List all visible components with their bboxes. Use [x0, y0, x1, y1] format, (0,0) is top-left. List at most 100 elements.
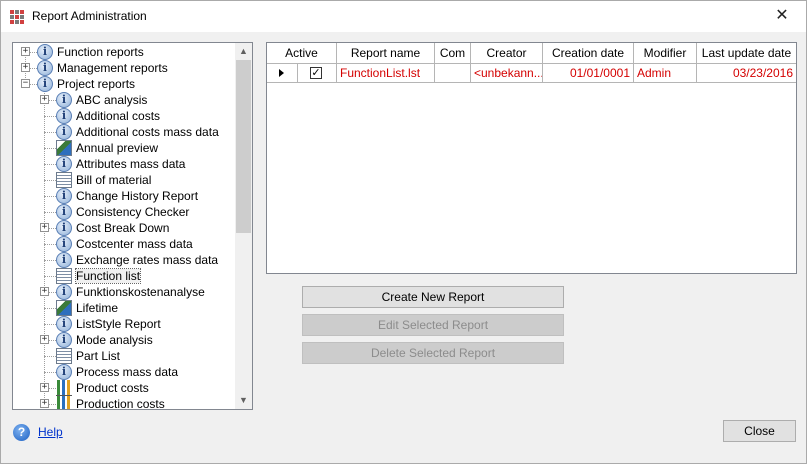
- tree-item-label: Additional costs mass data: [76, 125, 219, 139]
- tree-item[interactable]: + i Cost Break Down: [13, 220, 235, 236]
- report-tree[interactable]: ▲ ▼ + i Function reports + i Management repor…: [12, 42, 253, 410]
- column-header-creation-date[interactable]: Creation date: [543, 43, 634, 64]
- tree-branch-line: [44, 116, 56, 117]
- active-checkbox[interactable]: ✓: [310, 67, 322, 79]
- tree-item[interactable]: + i Management reports: [13, 60, 235, 76]
- tree-item-label: Bill of material: [76, 173, 152, 187]
- expand-icon[interactable]: +: [21, 47, 30, 56]
- row-selector[interactable]: [267, 64, 298, 83]
- info-icon: i: [56, 332, 72, 348]
- scroll-thumb[interactable]: [236, 60, 251, 233]
- tree-item-label: Function reports: [57, 45, 144, 59]
- scroll-down-icon[interactable]: ▼: [235, 392, 252, 409]
- help-link[interactable]: Help: [38, 425, 63, 439]
- info-icon: i: [37, 44, 53, 60]
- report-administration-window: Report Administration ✕ ▲ ▼ + i Function r…: [0, 0, 807, 464]
- tree-item[interactable]: i Costcenter mass data: [13, 236, 235, 252]
- tree-item-label: Additional costs: [76, 109, 161, 123]
- tree-item[interactable]: − i Project reports: [13, 76, 235, 92]
- picture-icon: [56, 300, 72, 316]
- app-grid-icon: [10, 10, 24, 24]
- com-cell[interactable]: [435, 64, 471, 83]
- edit-selected-report-button[interactable]: Edit Selected Report: [302, 314, 564, 336]
- tree-scrollbar[interactable]: ▲ ▼: [235, 43, 252, 409]
- expand-icon[interactable]: +: [40, 95, 49, 104]
- current-row-arrow-icon: [279, 69, 284, 77]
- tree-item[interactable]: i Consistency Checker: [13, 204, 235, 220]
- close-button[interactable]: Close: [723, 420, 796, 442]
- tree-item[interactable]: + i Mode analysis: [13, 332, 235, 348]
- tree-item-label: ABC analysis: [76, 93, 148, 107]
- reports-grid: Active Report name Com Creator Creation …: [266, 42, 797, 274]
- tree-item-label: Attributes mass data: [76, 157, 186, 171]
- creation-date-cell[interactable]: 01/01/0001: [543, 64, 634, 83]
- column-header-com[interactable]: Com: [435, 43, 471, 64]
- tree-item[interactable]: Bill of material: [13, 172, 235, 188]
- column-header-creator[interactable]: Creator: [471, 43, 543, 64]
- info-icon: i: [56, 316, 72, 332]
- info-icon: i: [56, 204, 72, 220]
- tree-item[interactable]: i ListStyle Report: [13, 316, 235, 332]
- column-header-modifier[interactable]: Modifier: [634, 43, 697, 64]
- tree-item-label: Function list: [74, 268, 142, 284]
- report-name-cell[interactable]: FunctionList.lst: [337, 64, 435, 83]
- tree-item-label: Costcenter mass data: [76, 237, 193, 251]
- info-icon: i: [56, 252, 72, 268]
- tree-item[interactable]: i Attributes mass data: [13, 156, 235, 172]
- tree-branch-line: [44, 356, 56, 357]
- tree-item[interactable]: i Additional costs mass data: [13, 124, 235, 140]
- tree-item-label: Lifetime: [76, 301, 119, 315]
- tree-item[interactable]: i Exchange rates mass data: [13, 252, 235, 268]
- expand-icon[interactable]: +: [40, 383, 49, 392]
- tree-item[interactable]: i Change History Report: [13, 188, 235, 204]
- tree-branch-line: [44, 148, 56, 149]
- help-icon[interactable]: ?: [13, 424, 30, 441]
- collapse-icon[interactable]: −: [21, 79, 30, 88]
- expand-icon[interactable]: +: [40, 399, 49, 408]
- creator-cell[interactable]: <unbekann...: [471, 64, 543, 83]
- tree-item[interactable]: Part List: [13, 348, 235, 364]
- tree-item-label: Funktionskostenanalyse: [76, 285, 205, 299]
- tree-item-label: ListStyle Report: [76, 317, 161, 331]
- table-row[interactable]: ✓ FunctionList.lst <unbekann... 01/01/00…: [267, 64, 796, 83]
- column-header-report-name[interactable]: Report name: [337, 43, 435, 64]
- last-update-date-cell[interactable]: 03/23/2016: [697, 64, 796, 83]
- tree-item[interactable]: + i Funktionskostenanalyse: [13, 284, 235, 300]
- tree-branch-line: [44, 180, 56, 181]
- column-header-active[interactable]: Active: [267, 43, 337, 64]
- tree-item-label: Exchange rates mass data: [76, 253, 219, 267]
- tree-item-label: Change History Report: [76, 189, 199, 203]
- tree-item[interactable]: + i Function reports: [13, 44, 235, 60]
- active-cell[interactable]: ✓: [298, 64, 337, 83]
- info-icon: i: [56, 156, 72, 172]
- tree-item[interactable]: Function list: [13, 268, 235, 284]
- window-close-icon[interactable]: ✕: [767, 4, 797, 28]
- tree-item[interactable]: + Production costs: [13, 396, 235, 409]
- list-icon: [56, 348, 72, 364]
- tree-item[interactable]: + Product costs: [13, 380, 235, 396]
- modifier-cell[interactable]: Admin: [634, 64, 697, 83]
- tree-item-label: Process mass data: [76, 365, 179, 379]
- expand-icon[interactable]: +: [40, 287, 49, 296]
- tree-branch-line: [44, 212, 56, 213]
- tree-item[interactable]: Annual preview: [13, 140, 235, 156]
- info-icon: i: [37, 76, 53, 92]
- bar-chart-icon: [56, 380, 72, 396]
- tree-item[interactable]: + i ABC analysis: [13, 92, 235, 108]
- tree-item[interactable]: Lifetime: [13, 300, 235, 316]
- create-new-report-button[interactable]: Create New Report: [302, 286, 564, 308]
- delete-selected-report-button[interactable]: Delete Selected Report: [302, 342, 564, 364]
- tree-item-label: Product costs: [76, 381, 149, 395]
- tree-item[interactable]: i Process mass data: [13, 364, 235, 380]
- list-icon: [56, 172, 72, 188]
- expand-icon[interactable]: +: [40, 223, 49, 232]
- column-header-last-update-date[interactable]: Last update date: [697, 43, 796, 64]
- list-icon: [56, 268, 72, 284]
- scroll-up-icon[interactable]: ▲: [235, 43, 252, 60]
- expand-icon[interactable]: +: [21, 63, 30, 72]
- info-icon: i: [56, 124, 72, 140]
- info-icon: i: [56, 108, 72, 124]
- tree-item[interactable]: i Additional costs: [13, 108, 235, 124]
- picture-icon: [56, 140, 72, 156]
- expand-icon[interactable]: +: [40, 335, 49, 344]
